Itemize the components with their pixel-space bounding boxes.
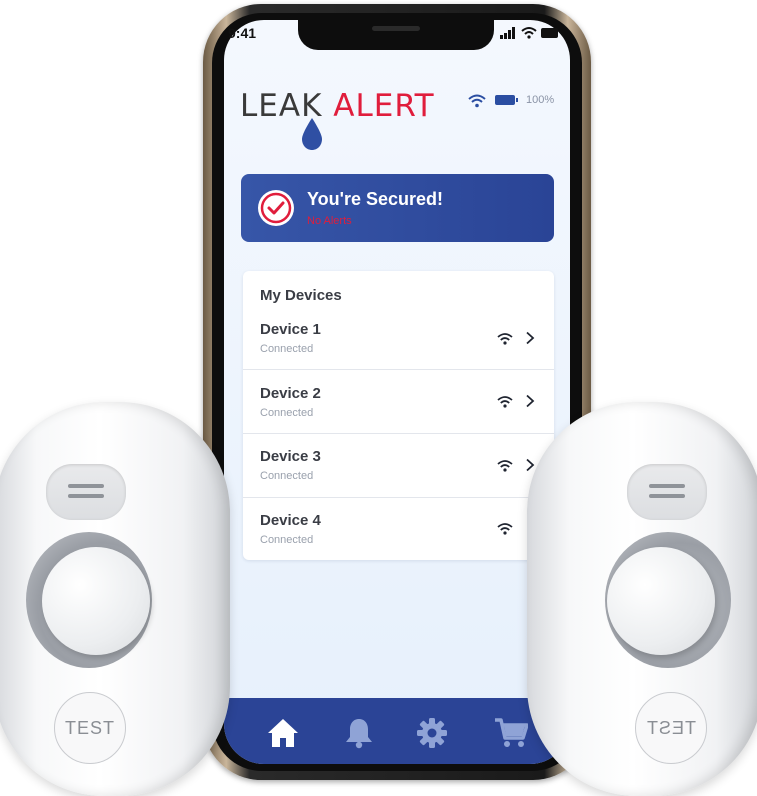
sensor-vent <box>46 464 126 520</box>
battery-status-icon <box>541 28 558 38</box>
security-status-subtitle: No Alerts <box>307 215 352 227</box>
wifi-icon <box>497 460 513 472</box>
device-status: Connected <box>260 343 314 355</box>
water-drop-icon <box>302 118 322 150</box>
device-name: Device 1 <box>260 321 321 338</box>
home-icon[interactable] <box>266 716 300 750</box>
device-status: Connected <box>260 534 314 546</box>
header-wifi-icon <box>468 94 486 108</box>
chevron-right-icon[interactable] <box>525 458 535 472</box>
devices-title: My Devices <box>260 287 342 304</box>
device-row-4[interactable]: Device 4 Connected <box>243 498 554 562</box>
leak-sensor-right: TEST <box>527 402 757 796</box>
header-battery-percent: 100% <box>526 94 555 106</box>
sensor-button <box>42 547 150 655</box>
sensor-test-button: TEST <box>54 692 126 764</box>
chevron-right-icon[interactable] <box>525 331 535 345</box>
app-logo: LEAK ALERT <box>240 88 435 124</box>
bell-icon[interactable] <box>342 716 376 750</box>
leak-sensor-left: TEST <box>0 402 230 796</box>
cart-icon[interactable] <box>494 716 528 750</box>
logo-alert-text: ALERT <box>333 88 435 124</box>
device-row-2[interactable]: Device 2 Connected <box>243 370 554 434</box>
chevron-right-icon[interactable] <box>525 394 535 408</box>
device-name: Device 3 <box>260 448 321 465</box>
device-name: Device 4 <box>260 512 321 529</box>
cellular-signal-icon <box>500 27 515 39</box>
check-circle-icon <box>258 190 294 226</box>
header-battery-icon <box>495 95 518 105</box>
phone-speaker <box>372 26 420 31</box>
wifi-icon <box>497 396 513 408</box>
security-status-title: You're Secured! <box>307 189 443 209</box>
sensor-vent <box>627 464 707 520</box>
wifi-icon <box>497 523 513 535</box>
sensor-test-button: TEST <box>635 692 707 764</box>
device-row-3[interactable]: Device 3 Connected <box>243 434 554 498</box>
phone-notch <box>298 20 494 50</box>
device-row-1[interactable]: Device 1 Connected <box>243 306 554 370</box>
wifi-status-icon <box>521 27 537 39</box>
device-status: Connected <box>260 407 314 419</box>
status-bar-time: 9:41 <box>228 25 257 41</box>
gear-icon[interactable] <box>415 716 449 750</box>
status-bar-icons <box>500 27 558 39</box>
wifi-icon <box>497 333 513 345</box>
device-name: Device 2 <box>260 385 321 402</box>
device-status: Connected <box>260 470 314 482</box>
sensor-button <box>607 547 715 655</box>
